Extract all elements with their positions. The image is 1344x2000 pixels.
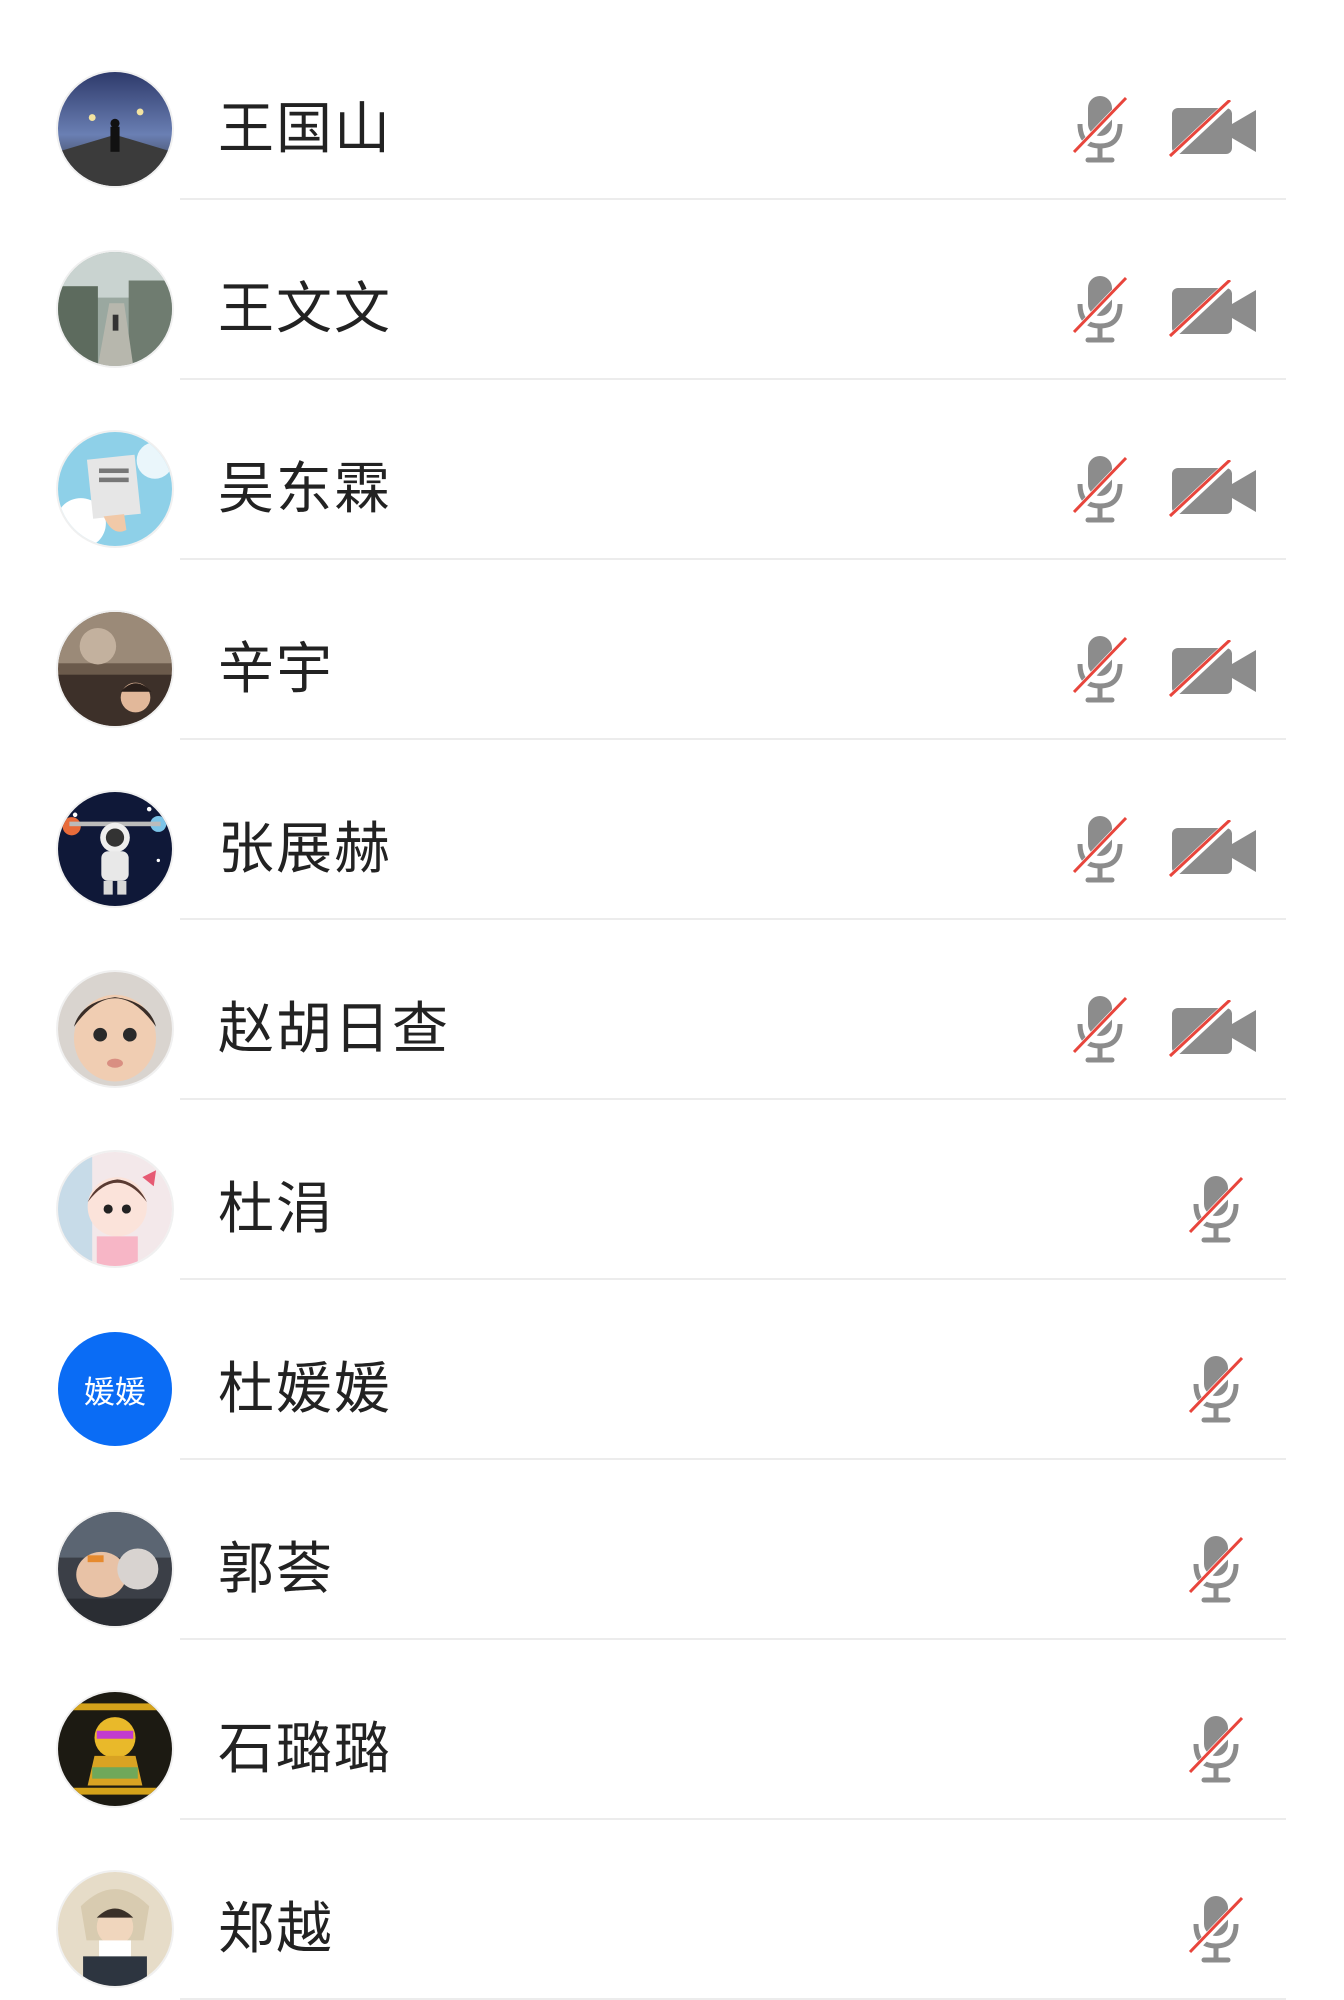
avatar bbox=[58, 792, 172, 906]
mic-muted-icon[interactable] bbox=[1068, 632, 1132, 706]
participant-row[interactable]: 石璐璐 bbox=[0, 1640, 1344, 1820]
camera-off-icon[interactable] bbox=[1168, 280, 1260, 340]
participant-row[interactable]: 辛宇 bbox=[0, 560, 1344, 740]
participant-name: 杜媛媛 bbox=[218, 1357, 392, 1422]
participant-name: 张展赫 bbox=[218, 817, 392, 882]
participant-row[interactable]: 媛媛 杜媛媛 bbox=[0, 1280, 1344, 1460]
mic-muted-icon[interactable] bbox=[1184, 1532, 1248, 1606]
mic-muted-icon[interactable] bbox=[1184, 1172, 1248, 1246]
avatar bbox=[58, 972, 172, 1086]
avatar-text: 媛媛 bbox=[58, 1332, 172, 1446]
mic-muted-icon[interactable] bbox=[1068, 452, 1132, 526]
participant-name: 杜涓 bbox=[218, 1177, 334, 1242]
avatar bbox=[58, 252, 172, 366]
participant-list: 王国山 王文文 吴东霖 辛宇 张展赫 赵胡日查 杜涓 媛媛 杜媛媛 郭荟 石璐璐… bbox=[0, 0, 1344, 2000]
participant-name: 王国山 bbox=[218, 97, 392, 162]
avatar bbox=[58, 1512, 172, 1626]
mic-muted-icon[interactable] bbox=[1184, 1892, 1248, 1966]
avatar bbox=[58, 1152, 172, 1266]
camera-off-icon[interactable] bbox=[1168, 820, 1260, 880]
mic-muted-icon[interactable] bbox=[1068, 812, 1132, 886]
participant-row[interactable]: 郭荟 bbox=[0, 1460, 1344, 1640]
camera-off-icon[interactable] bbox=[1168, 100, 1260, 160]
participant-row[interactable]: 王文文 bbox=[0, 200, 1344, 380]
participant-row[interactable]: 郑越 bbox=[0, 1820, 1344, 2000]
participant-row[interactable]: 王国山 bbox=[0, 20, 1344, 200]
mic-muted-icon[interactable] bbox=[1184, 1352, 1248, 1426]
participant-name: 郑越 bbox=[218, 1897, 334, 1962]
avatar bbox=[58, 72, 172, 186]
participant-row[interactable]: 张展赫 bbox=[0, 740, 1344, 920]
participant-name: 石璐璐 bbox=[218, 1717, 392, 1782]
participant-row[interactable]: 赵胡日查 bbox=[0, 920, 1344, 1100]
avatar bbox=[58, 1692, 172, 1806]
participant-row[interactable]: 杜涓 bbox=[0, 1100, 1344, 1280]
camera-off-icon[interactable] bbox=[1168, 460, 1260, 520]
mic-muted-icon[interactable] bbox=[1068, 272, 1132, 346]
participant-name: 王文文 bbox=[218, 277, 392, 342]
avatar bbox=[58, 1872, 172, 1986]
mic-muted-icon[interactable] bbox=[1068, 992, 1132, 1066]
camera-off-icon[interactable] bbox=[1168, 1000, 1260, 1060]
avatar bbox=[58, 612, 172, 726]
participant-name: 辛宇 bbox=[218, 637, 334, 702]
avatar bbox=[58, 432, 172, 546]
participant-row[interactable]: 吴东霖 bbox=[0, 380, 1344, 560]
mic-muted-icon[interactable] bbox=[1184, 1712, 1248, 1786]
participant-name: 郭荟 bbox=[218, 1537, 334, 1602]
mic-muted-icon[interactable] bbox=[1068, 92, 1132, 166]
participant-name: 赵胡日查 bbox=[218, 997, 450, 1062]
participant-name: 吴东霖 bbox=[218, 457, 392, 522]
camera-off-icon[interactable] bbox=[1168, 640, 1260, 700]
